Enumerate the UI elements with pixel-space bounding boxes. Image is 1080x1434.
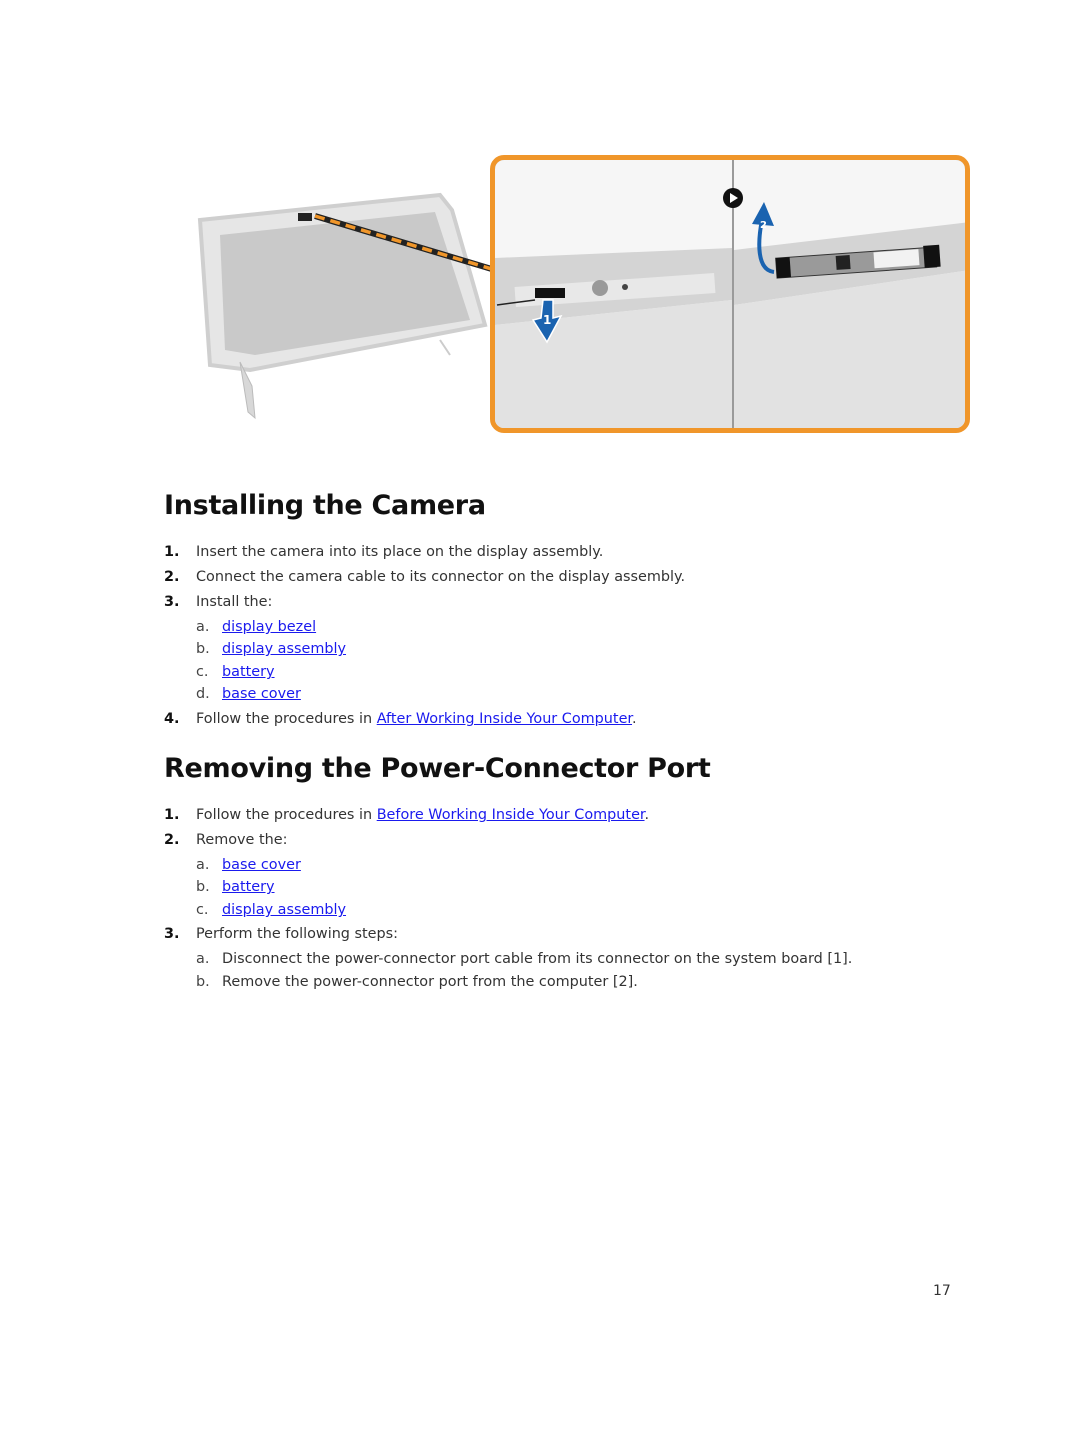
camera-module-detail-image: 2 (734, 160, 965, 428)
svg-text:2: 2 (760, 220, 767, 231)
display-assembly-overview-image (197, 192, 490, 420)
camera-module-marker (298, 213, 312, 221)
page-number: 17 (933, 1283, 951, 1299)
play-step-icon (723, 188, 743, 208)
section-title-removing-power-connector: Removing the Power-Connector Port (164, 753, 711, 784)
link-display-bezel[interactable]: display bezel (222, 618, 316, 636)
link-display-assembly[interactable]: display assembly (222, 640, 346, 658)
link-after-working-inside[interactable]: After Working Inside Your Computer (377, 711, 632, 727)
svg-text:1: 1 (543, 313, 551, 327)
link-base-cover[interactable]: base cover (222, 856, 301, 874)
camera-removal-figure: 1 2 (190, 150, 980, 440)
link-before-working-inside[interactable]: Before Working Inside Your Computer (377, 807, 645, 823)
link-base-cover[interactable]: base cover (222, 685, 301, 703)
camera-cable-detail-image: 1 (495, 160, 732, 428)
camera-detail-callout: 1 2 (490, 155, 970, 433)
section-title-installing-camera: Installing the Camera (164, 490, 486, 521)
link-display-assembly[interactable]: display assembly (222, 901, 346, 919)
link-battery[interactable]: battery (222, 663, 275, 681)
link-battery[interactable]: battery (222, 878, 275, 896)
